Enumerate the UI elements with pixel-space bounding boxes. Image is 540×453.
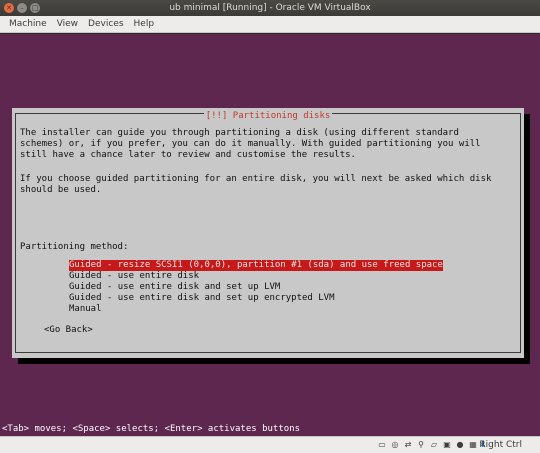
hard-disk-icon[interactable]: ▭ <box>377 440 387 450</box>
cpu-icon[interactable]: ▦ <box>468 440 478 450</box>
dialog-title: [!!] Partitioning disks <box>203 111 333 121</box>
host-key-label: Right Ctrl <box>479 440 522 450</box>
menu-help[interactable]: Help <box>129 16 160 33</box>
menu-bar: Machine View Devices Help <box>0 16 540 33</box>
window-title: ub minimal [Running] - Oracle VM Virtual… <box>169 3 371 13</box>
usb-icon[interactable]: ⚲ <box>416 440 426 450</box>
partitioning-method-label: Partitioning method: <box>20 242 129 252</box>
display-icon[interactable]: ▣ <box>442 440 452 450</box>
option-entire-disk-encrypted-lvm[interactable]: Guided - use entire disk and set up encr… <box>69 293 443 304</box>
status-bar: ▭ ◎ ⇄ ⚲ ▱ ▣ ● ▦ ⬇ Right Ctrl <box>0 436 540 453</box>
keyboard-hint: <Tab> moves; <Space> selects; <Enter> ac… <box>2 424 301 434</box>
option-entire-disk-lvm[interactable]: Guided - use entire disk and set up LVM <box>69 282 443 293</box>
option-resize-freed-space[interactable]: Guided - resize SCSI1 (0,0,0), partition… <box>69 260 443 271</box>
partition-dialog: [!!] Partitioning disks The installer ca… <box>12 108 524 358</box>
option-manual[interactable]: Manual <box>69 304 443 315</box>
shared-folder-icon[interactable]: ▱ <box>429 440 439 450</box>
go-back-button[interactable]: <Go Back> <box>44 325 93 336</box>
intro-text: The installer can guide you through part… <box>20 128 481 160</box>
partitioning-method-list: Guided - resize SCSI1 (0,0,0), partition… <box>69 260 443 315</box>
menu-devices[interactable]: Devices <box>83 16 128 33</box>
option-use-entire-disk[interactable]: Guided - use entire disk <box>69 271 443 282</box>
window-title-bar[interactable]: ✕ – □ ub minimal [Running] - Oracle VM V… <box>0 0 540 16</box>
menu-machine[interactable]: Machine <box>4 16 52 33</box>
network-icon[interactable]: ⇄ <box>403 440 413 450</box>
guided-note-text: If you choose guided partitioning for an… <box>20 174 492 195</box>
recording-icon[interactable]: ● <box>455 440 465 450</box>
optical-drive-icon[interactable]: ◎ <box>390 440 400 450</box>
menu-view[interactable]: View <box>52 16 83 33</box>
guest-screen[interactable]: [!!] Partitioning disks The installer ca… <box>0 34 540 436</box>
